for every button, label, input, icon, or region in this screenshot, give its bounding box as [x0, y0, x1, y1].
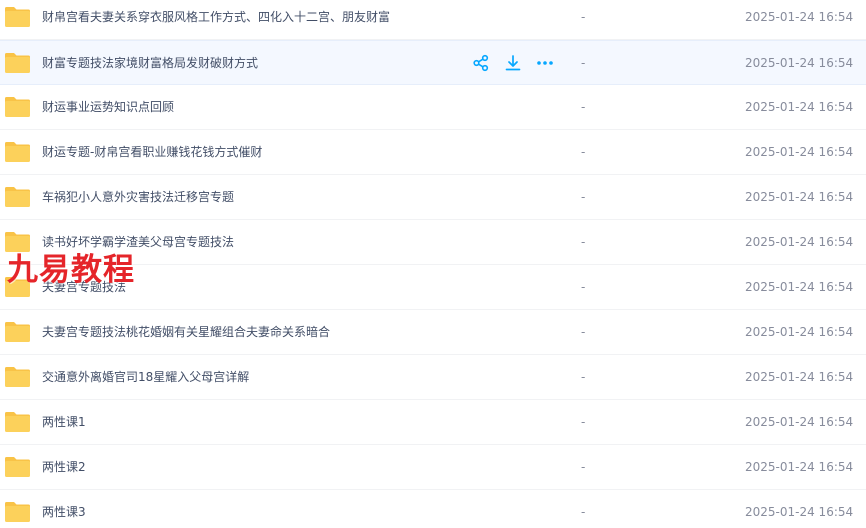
modified-time: 2025-01-24 16:54 — [745, 280, 854, 294]
file-size: - — [581, 460, 586, 474]
file-name-link[interactable]: 车祸犯小人意外灾害技法迁移宫专题 — [42, 175, 234, 219]
download-icon[interactable] — [504, 54, 522, 72]
file-row[interactable]: 财运专题-财帛宫看职业赚钱花钱方式催财 - 2025-01-24 16:54 — [0, 130, 866, 175]
modified-time: 2025-01-24 16:54 — [745, 190, 854, 204]
file-size: - — [581, 145, 586, 159]
folder-icon — [4, 366, 31, 388]
file-size: - — [581, 505, 586, 519]
file-row[interactable]: 交通意外离婚官司18星耀入父母宫详解 - 2025-01-24 16:54 — [0, 355, 866, 400]
file-row[interactable]: 两性课3 - 2025-01-24 16:54 — [0, 490, 866, 528]
file-size: - — [581, 190, 586, 204]
file-row[interactable]: 车祸犯小人意外灾害技法迁移宫专题 - 2025-01-24 16:54 — [0, 175, 866, 220]
folder-icon — [4, 6, 31, 28]
file-name-link[interactable]: 两性课1 — [42, 400, 86, 444]
file-name-link[interactable]: 夫妻宫专题技法桃花婚姻有关星耀组合夫妻命关系暗合 — [42, 310, 330, 354]
file-name-link[interactable]: 财帛宫看夫妻关系穿衣服风格工作方式、四化入十二宫、朋友财富 — [42, 0, 390, 39]
file-size: - — [581, 415, 586, 429]
file-name-link[interactable]: 交通意外离婚官司18星耀入父母宫详解 — [42, 355, 249, 399]
folder-icon — [4, 456, 31, 478]
folder-icon — [4, 141, 31, 163]
modified-time: 2025-01-24 16:54 — [745, 235, 854, 249]
file-name-link[interactable]: 财运事业运势知识点回顾 — [42, 85, 174, 129]
folder-icon — [4, 501, 31, 523]
watermark-text: 九易教程 — [7, 252, 135, 288]
modified-time: 2025-01-24 16:54 — [745, 370, 854, 384]
file-row[interactable]: 夫妻宫专题技法桃花婚姻有关星耀组合夫妻命关系暗合 - 2025-01-24 16:5… — [0, 310, 866, 355]
modified-time: 2025-01-24 16:54 — [745, 460, 854, 474]
file-row[interactable]: 两性课1 - 2025-01-24 16:54 — [0, 400, 866, 445]
file-size: - — [581, 370, 586, 384]
file-name-link[interactable]: 财富专题技法家境财富格局发财破财方式 — [42, 41, 258, 85]
file-name-link[interactable]: 两性课2 — [42, 445, 86, 489]
modified-time: 2025-01-24 16:54 — [745, 505, 854, 519]
file-size: - — [581, 280, 586, 294]
folder-icon — [4, 96, 31, 118]
folder-icon — [4, 186, 31, 208]
file-size: - — [581, 100, 586, 114]
modified-time: 2025-01-24 16:54 — [745, 325, 854, 339]
file-row[interactable]: 财帛宫看夫妻关系穿衣服风格工作方式、四化入十二宫、朋友财富 - 2025-01-24… — [0, 0, 866, 40]
share-icon[interactable] — [472, 54, 490, 72]
modified-time: 2025-01-24 16:54 — [745, 100, 854, 114]
modified-time: 2025-01-24 16:54 — [745, 415, 854, 429]
folder-icon — [4, 52, 31, 74]
folder-icon — [4, 321, 31, 343]
file-name-link[interactable]: 财运专题-财帛宫看职业赚钱花钱方式催财 — [42, 130, 262, 174]
modified-time: 2025-01-24 16:54 — [745, 145, 854, 159]
modified-time: 2025-01-24 16:54 — [745, 56, 854, 70]
file-row[interactable]: 两性课2 - 2025-01-24 16:54 — [0, 445, 866, 490]
more-icon[interactable] — [536, 54, 554, 72]
file-size: - — [581, 10, 586, 24]
file-size: - — [581, 56, 586, 70]
file-row[interactable]: 财运事业运势知识点回顾 - 2025-01-24 16:54 — [0, 85, 866, 130]
folder-icon — [4, 411, 31, 433]
file-size: - — [581, 235, 586, 249]
file-row[interactable]: 财富专题技法家境财富格局发财破财方式 - 2025-01-24 16:54 — [0, 40, 866, 85]
file-size: - — [581, 325, 586, 339]
modified-time: 2025-01-24 16:54 — [745, 10, 854, 24]
file-name-link[interactable]: 两性课3 — [42, 490, 86, 528]
